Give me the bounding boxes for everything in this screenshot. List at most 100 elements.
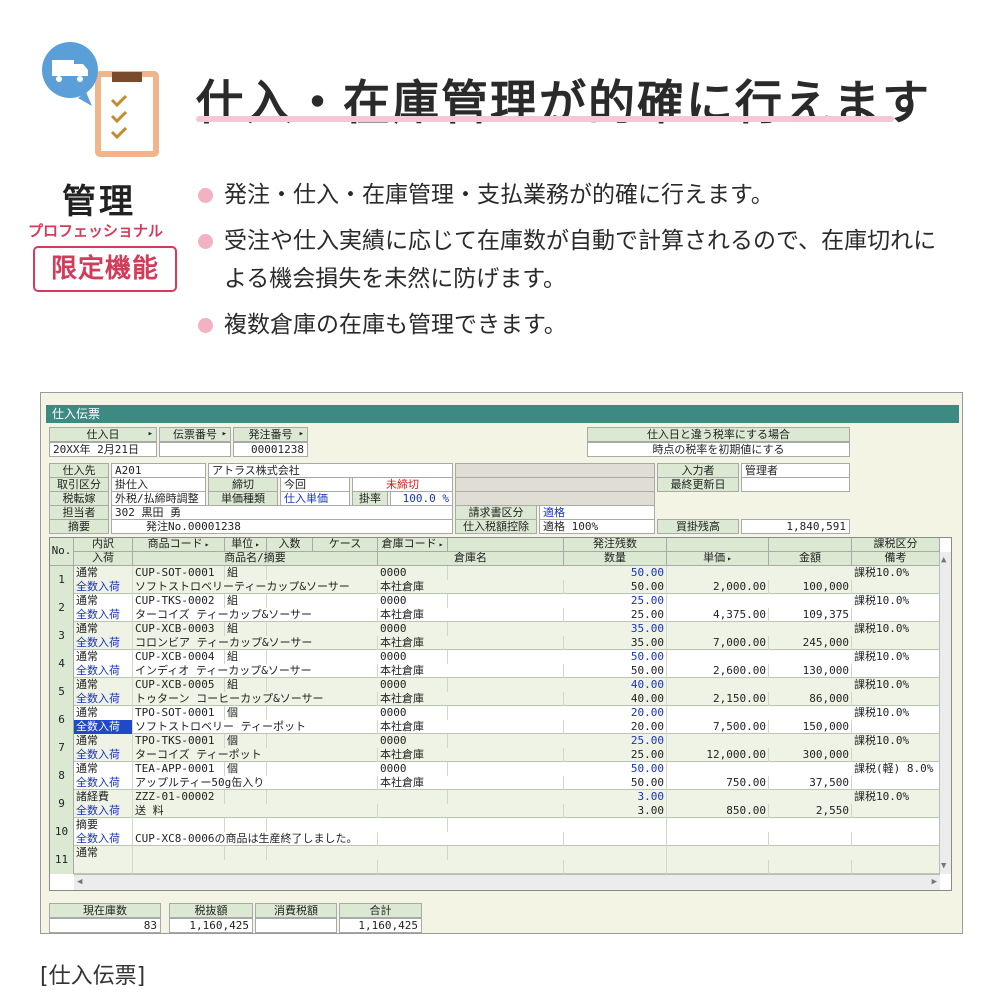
cell-code[interactable]: TPO-SOT-0001 [133,706,225,720]
cell-code[interactable]: ZZZ-01-00002 [133,790,225,804]
cell-amount[interactable]: 300,000 [769,748,852,762]
cell-price[interactable]: 2,600.00 [667,664,769,678]
cell-tax[interactable]: 課税10.0% [852,790,940,804]
cell-wh-name[interactable] [378,832,564,846]
cell-qty[interactable]: 50.00 [564,580,667,594]
col-unit[interactable]: 単位 [225,538,267,552]
cell-qty[interactable]: 25.00 [564,608,667,622]
cell-price[interactable]: 7,000.00 [667,636,769,650]
cell-zan[interactable]: 50.00 [564,566,667,580]
cell-amount[interactable]: 245,000 [769,636,852,650]
cell-nyuka[interactable]: 全数入荷 [74,664,133,678]
cell-nyuka[interactable]: 全数入荷 [74,692,133,706]
cell-zan[interactable]: 50.00 [564,762,667,776]
cell-zan[interactable]: 3.00 [564,790,667,804]
table-row[interactable]: 3 通常 全数入荷 CUP-XCB-0003 組コロンビア ティーカップ&ソーサー 000… [50,622,940,650]
cell-wh-name[interactable] [378,804,564,818]
cell-nyuka[interactable] [74,860,133,874]
cell-qty[interactable]: 3.00 [564,804,667,818]
cell-wh-name[interactable]: 本社倉庫 [378,580,564,594]
row-number[interactable]: 3 [50,622,74,650]
cell-wh-name[interactable]: 本社倉庫 [378,664,564,678]
cell-tax[interactable] [852,818,940,832]
cell-zan[interactable]: 25.00 [564,594,667,608]
cell-price[interactable]: 12,000.00 [667,748,769,762]
tantosha-field[interactable]: 302 黒田 勇 [111,505,453,520]
cell-price[interactable] [667,832,769,846]
cell-amount[interactable] [769,860,852,874]
cell-name[interactable]: 送 料 [133,804,378,818]
cell-qty[interactable] [564,832,667,846]
cell-name[interactable]: ターコイズ ティーポット [133,748,378,762]
cell-qty[interactable]: 50.00 [564,664,667,678]
cell-wh-name[interactable]: 本社倉庫 [378,636,564,650]
cell-zan[interactable] [564,846,667,860]
cell-kind[interactable]: 通常 [74,706,133,720]
cell-wh-name[interactable] [378,860,564,874]
cell-code[interactable] [133,846,225,860]
hacchu-no-field[interactable]: 00001238 [233,442,308,457]
cell-name[interactable]: ソフトストロベリーティーカップ&ソーサー [133,580,378,594]
col-irisu[interactable]: 入数 [267,538,313,552]
cell-nyuka[interactable]: 全数入荷 [74,776,133,790]
label-denpyo-no[interactable]: 伝票番号 [159,427,231,442]
cell-tax[interactable]: 課税10.0% [852,734,940,748]
table-row[interactable]: 7 通常 全数入荷 TPO-TKS-0001 個ターコイズ ティーポット 0000 本社倉庫… [50,734,940,762]
denpyo-no-field[interactable] [159,442,231,457]
cell-wh-code[interactable] [378,790,448,804]
cell-qty[interactable]: 50.00 [564,776,667,790]
cell-wh-code[interactable] [378,846,448,860]
table-row[interactable]: 5 通常 全数入荷 CUP-XCB-0005 組トゥターン コーヒーカップ&ソーサー 00… [50,678,940,706]
label-hacchu-no[interactable]: 発注番号 [233,427,308,442]
cell-wh-name[interactable]: 本社倉庫 [378,608,564,622]
cell-wh-code[interactable]: 0000 [378,622,448,636]
cell-wh-name[interactable]: 本社倉庫 [378,748,564,762]
col-price[interactable]: 単価 [667,552,769,566]
cell-amount[interactable]: 109,375 [769,608,852,622]
cell-qty[interactable]: 35.00 [564,636,667,650]
cell-wh-name[interactable]: 本社倉庫 [378,776,564,790]
cell-unit[interactable] [225,818,267,832]
cell-amount[interactable]: 2,550 [769,804,852,818]
cell-wh-code[interactable] [378,818,448,832]
cell-amount[interactable]: 100,000 [769,580,852,594]
row-number[interactable]: 8 [50,762,74,790]
scroll-up-icon[interactable]: ▲ [941,554,946,566]
cell-qty[interactable] [564,860,667,874]
cell-name[interactable]: トゥターン コーヒーカップ&ソーサー [133,692,378,706]
cell-unit[interactable]: 組 [225,566,267,580]
vertical-scrollbar[interactable]: ▲ ▼ [939,552,951,874]
cell-nyuka[interactable]: 全数入荷 [74,608,133,622]
cell-zan[interactable]: 20.00 [564,706,667,720]
row-number[interactable]: 9 [50,790,74,818]
label-shiire-bi[interactable]: 仕入日 [49,427,157,442]
table-row[interactable]: 11 通常 [50,846,940,874]
cell-tax[interactable]: 課税10.0% [852,678,940,692]
seikyusho-field[interactable]: 適格 [539,505,655,520]
table-row[interactable]: 8 通常 全数入荷 TEA-APP-0001 個アップルティー50g缶入り 0000 本社倉… [50,762,940,790]
shiire-bi-field[interactable]: 20XX年 2月21日 [49,442,157,457]
koujo-field[interactable]: 適格 100% [539,519,655,534]
cell-name[interactable]: アップルティー50g缶入り [133,776,378,790]
cell-wh-code[interactable]: 0000 [378,566,448,580]
cell-name[interactable]: CUP-XC8-0006の商品は生産終了しました。 [133,832,378,846]
cell-zan[interactable]: 40.00 [564,678,667,692]
cell-wh-name[interactable]: 本社倉庫 [378,720,564,734]
zeitenka-field[interactable]: 外税/払締時調整 [111,491,206,506]
shiiresaki-code-field[interactable]: A201 [111,463,206,478]
cell-name[interactable]: コロンビア ティーカップ&ソーサー [133,636,378,650]
cell-code[interactable]: CUP-XCB-0005 [133,678,225,692]
cell-amount[interactable]: 37,500 [769,776,852,790]
shiiresaki-name-field[interactable]: アトラス株式会社 [208,463,453,478]
cell-qty[interactable]: 25.00 [564,748,667,762]
row-number[interactable]: 6 [50,706,74,734]
col-kind[interactable]: 内訳 [74,538,133,552]
cell-price[interactable]: 2,000.00 [667,580,769,594]
cell-nyuka[interactable]: 全数入荷 [74,832,133,846]
cell-name[interactable]: インディオ ティーカップ&ソーサー [133,664,378,678]
tanka-shubetsu-field[interactable]: 仕入単価 [280,491,350,506]
cell-kind[interactable]: 通常 [74,650,133,664]
row-number[interactable]: 10 [50,818,74,846]
col-code[interactable]: 商品コード [133,538,225,552]
col-case[interactable]: ケース [313,538,378,552]
